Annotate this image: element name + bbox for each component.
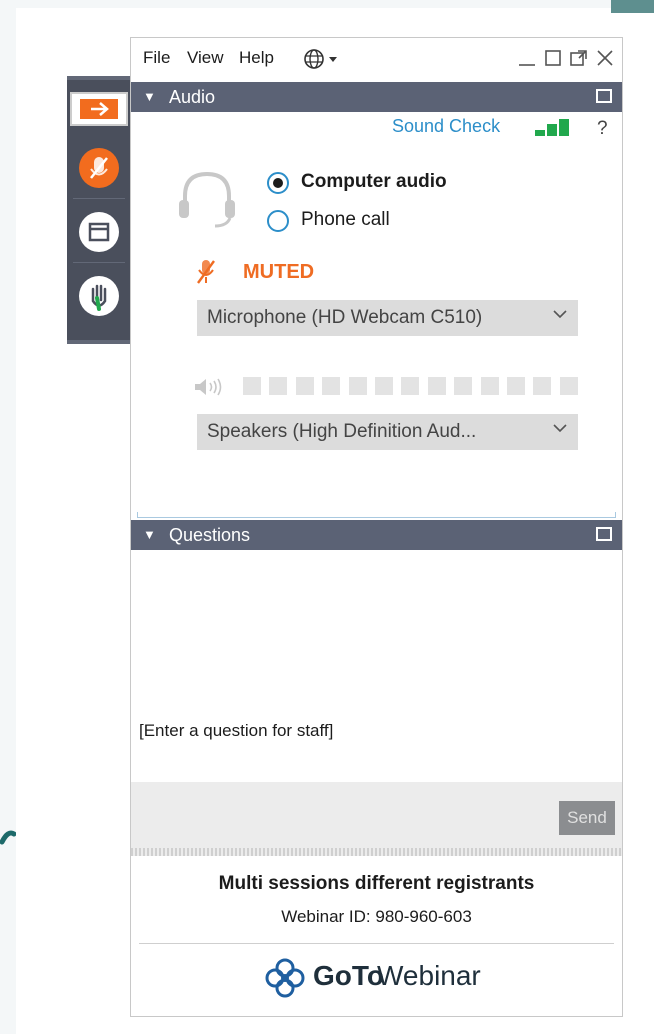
send-button[interactable]: Send	[559, 801, 615, 835]
signal-strength-icon	[535, 116, 579, 136]
corner-tab	[611, 0, 654, 13]
questions-log	[131, 552, 622, 717]
level-segment	[348, 377, 367, 395]
headset-icon	[179, 171, 235, 228]
gotowebinar-logo-icon	[265, 958, 305, 998]
phone-call-label[interactable]: Phone call	[301, 209, 390, 231]
mic-muted-status-icon	[197, 260, 215, 284]
footer-divider	[139, 943, 614, 944]
speakers-select[interactable]: Speakers (High Definition Aud...	[197, 414, 578, 450]
audio-section-divider	[137, 512, 616, 518]
window-icon	[79, 212, 119, 252]
level-segment	[243, 377, 261, 395]
computer-audio-radio[interactable]	[267, 172, 289, 194]
level-segment	[507, 377, 525, 395]
control-toolbar	[67, 76, 130, 344]
resize-grip[interactable]	[131, 848, 622, 856]
microphone-select[interactable]: Microphone (HD Webcam C510)	[197, 300, 578, 336]
language-globe-icon[interactable]	[303, 48, 343, 75]
maximize-icon[interactable]	[543, 48, 563, 73]
collapse-panel-button[interactable]	[70, 92, 128, 126]
level-segment	[322, 377, 341, 395]
level-segment	[480, 377, 499, 395]
audio-section-header[interactable]: ▼ Audio	[131, 82, 622, 112]
muted-status-label: MUTED	[243, 261, 315, 283]
menu-help[interactable]: Help	[239, 48, 274, 68]
level-segment	[401, 377, 420, 395]
audio-header-title: Audio	[169, 87, 216, 107]
close-icon[interactable]	[595, 48, 615, 73]
popout-icon[interactable]	[569, 48, 589, 73]
popout-section-icon[interactable]	[596, 89, 612, 103]
questions-header-title: Questions	[169, 525, 251, 545]
level-segment	[533, 377, 552, 395]
menu-view[interactable]: View	[187, 48, 224, 68]
level-segment	[454, 377, 473, 395]
computer-audio-label[interactable]: Computer audio	[301, 171, 447, 193]
speakers-select-value: Speakers (High Definition Aud...	[207, 421, 477, 442]
collapse-caret-icon: ▼	[143, 527, 156, 542]
mic-muted-icon	[79, 148, 119, 188]
raise-hand-button[interactable]	[73, 268, 125, 326]
brand-webinar: Webinar	[377, 960, 481, 991]
menu-bar: File View Help	[131, 38, 622, 80]
phone-call-radio[interactable]	[267, 210, 289, 232]
questions-section-header[interactable]: ▼ Questions	[131, 520, 622, 550]
session-title: Multi sessions different registrants	[218, 873, 535, 894]
speaker-level-meter	[197, 376, 578, 396]
webinar-id: Webinar ID: 980-960-603	[281, 907, 472, 926]
sound-check-link[interactable]: Sound Check	[392, 116, 500, 137]
question-input-placeholder[interactable]: [Enter a question for staff]	[139, 721, 333, 741]
screen-view-button[interactable]	[73, 204, 125, 263]
level-segment	[269, 377, 288, 395]
arrow-right-icon	[80, 99, 118, 119]
mic-toggle-button[interactable]	[73, 140, 125, 199]
raise-hand-icon	[79, 276, 119, 316]
chevron-down-icon	[553, 310, 567, 319]
level-segment	[295, 377, 314, 395]
teal-mark	[0, 830, 16, 845]
audio-help-link[interactable]: ?	[597, 118, 608, 140]
control-panel: File View Help ▼ Audio Sound Check ? Com…	[130, 37, 623, 1017]
chevron-down-icon	[553, 424, 567, 433]
level-segment	[559, 377, 578, 395]
send-area	[131, 782, 622, 854]
microphone-select-value: Microphone (HD Webcam C510)	[207, 307, 483, 328]
popout-section-icon[interactable]	[596, 527, 612, 541]
menu-file[interactable]: File	[143, 48, 170, 68]
level-segment	[427, 377, 446, 395]
minimize-icon[interactable]	[517, 48, 537, 73]
brand-goto: GoTo	[313, 960, 385, 991]
level-segment	[375, 377, 393, 395]
collapse-caret-icon: ▼	[143, 89, 156, 104]
